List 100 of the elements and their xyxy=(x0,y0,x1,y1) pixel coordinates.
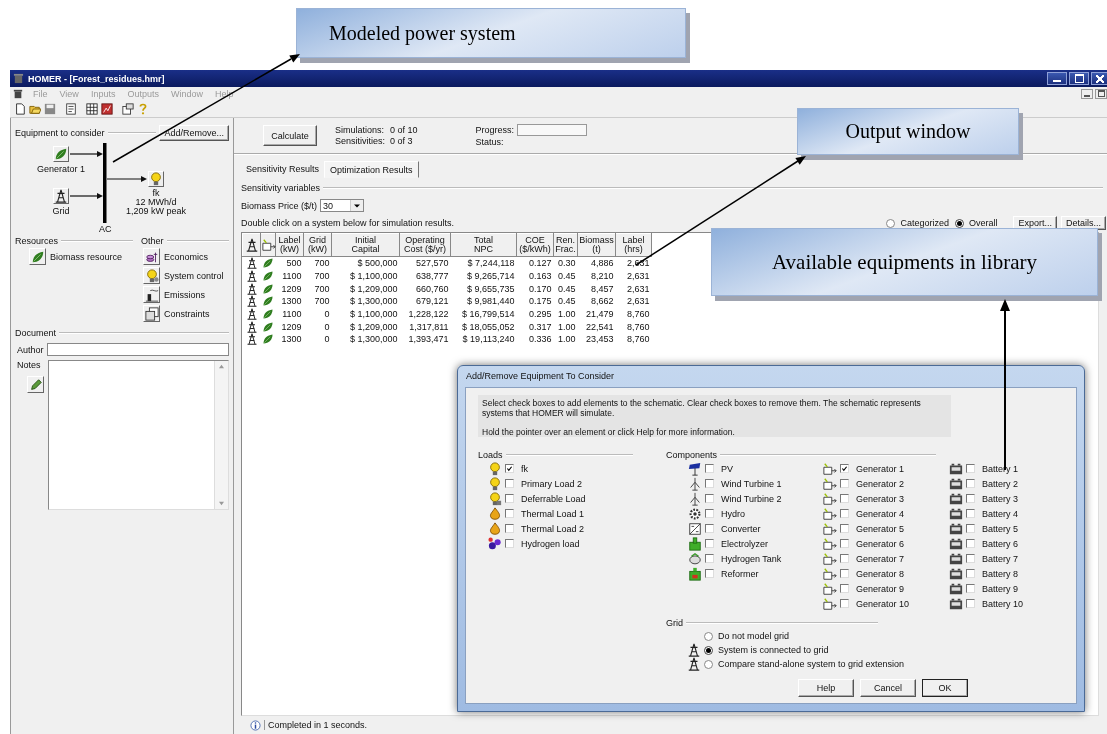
checkbox-label[interactable]: Hydro xyxy=(721,508,745,519)
window-icon[interactable] xyxy=(122,102,134,115)
checkbox[interactable] xyxy=(966,479,975,488)
checkbox-label[interactable]: PV xyxy=(721,463,733,474)
table-icon[interactable] xyxy=(86,102,98,115)
scroll-up-icon[interactable] xyxy=(218,364,225,369)
checkbox-label[interactable]: Hydrogen Tank xyxy=(721,553,782,564)
checkbox-label[interactable]: Battery 4 xyxy=(982,508,1019,519)
save-icon[interactable] xyxy=(44,102,56,115)
checkbox[interactable] xyxy=(705,479,714,488)
checkbox[interactable] xyxy=(505,524,514,533)
checkbox-label[interactable]: Battery 5 xyxy=(982,523,1019,534)
checkbox-label[interactable]: Reformer xyxy=(721,568,759,579)
checkbox[interactable] xyxy=(966,494,975,503)
tab[interactable]: Sensitivity Results xyxy=(241,161,325,178)
checkbox-label[interactable]: Battery 8 xyxy=(982,568,1019,579)
new-file-icon[interactable] xyxy=(14,102,26,115)
checkbox[interactable] xyxy=(705,569,714,578)
checkbox[interactable] xyxy=(966,584,975,593)
column-header[interactable]: COE ($/kWh) xyxy=(516,233,554,257)
checkbox-label[interactable]: Hydrogen load xyxy=(521,538,580,549)
checkbox[interactable] xyxy=(840,569,849,578)
checkbox[interactable] xyxy=(840,584,849,593)
radio-button[interactable] xyxy=(704,631,713,641)
checkbox-label[interactable]: Battery 2 xyxy=(982,478,1019,489)
minimize-button[interactable] xyxy=(1081,88,1093,99)
checkbox-label[interactable]: Generator 3 xyxy=(856,493,905,504)
checkbox-label[interactable]: Electrolyzer xyxy=(721,538,768,549)
checkbox-label[interactable]: Primary Load 2 xyxy=(521,478,583,489)
checkbox[interactable] xyxy=(705,509,714,518)
checkbox[interactable] xyxy=(966,464,975,473)
column-header[interactable]: Label (kW) xyxy=(275,233,304,257)
dialog-button[interactable]: Help xyxy=(798,679,854,697)
column-header[interactable]: Ren. Frac. xyxy=(553,233,578,257)
checkbox[interactable] xyxy=(505,509,514,518)
notes-field[interactable] xyxy=(48,360,229,510)
checkbox[interactable] xyxy=(705,524,714,533)
column-header[interactable]: Total NPC xyxy=(450,233,517,257)
radio-label[interactable]: Overall xyxy=(968,218,998,228)
checkbox[interactable] xyxy=(966,554,975,563)
radio-label[interactable]: Categorized xyxy=(900,218,949,228)
checkbox[interactable] xyxy=(505,479,514,488)
chart-icon[interactable] xyxy=(101,102,113,115)
checkbox-label[interactable]: Battery 9 xyxy=(982,583,1019,594)
minimize-button[interactable] xyxy=(1047,72,1067,85)
checkbox[interactable] xyxy=(505,539,514,548)
restore-button[interactable] xyxy=(1095,88,1107,99)
checkbox[interactable] xyxy=(966,599,975,608)
radio-label[interactable]: Do not model grid xyxy=(718,631,790,641)
checkbox-label[interactable]: Wind Turbine 2 xyxy=(721,493,782,504)
column-header[interactable]: Grid (kW) xyxy=(303,233,332,257)
checkbox[interactable] xyxy=(840,554,849,563)
checkbox-label[interactable]: fk xyxy=(521,463,528,474)
checkbox-label[interactable]: Battery 6 xyxy=(982,538,1019,549)
checkbox[interactable] xyxy=(840,539,849,548)
checkbox[interactable] xyxy=(705,494,714,503)
checkbox[interactable] xyxy=(966,569,975,578)
radio-label[interactable]: Compare stand-alone system to grid extension xyxy=(718,659,905,669)
checkbox-label[interactable]: Wind Turbine 1 xyxy=(721,478,782,489)
checkbox[interactable] xyxy=(840,494,849,503)
checkbox[interactable] xyxy=(705,554,714,563)
checkbox[interactable] xyxy=(840,524,849,533)
checkbox-label[interactable]: Generator 7 xyxy=(856,553,905,564)
checkbox-label[interactable]: Generator 6 xyxy=(856,538,905,549)
checkbox-label[interactable]: Thermal Load 1 xyxy=(521,508,585,519)
settings-button[interactable] xyxy=(143,248,160,265)
component-button[interactable] xyxy=(53,188,69,204)
checkbox[interactable] xyxy=(966,539,975,548)
radio-button[interactable] xyxy=(886,218,896,228)
dialog-button[interactable]: Cancel xyxy=(860,679,916,697)
column-header[interactable]: Biomass (t) xyxy=(577,233,616,257)
checkbox-label[interactable]: Deferrable Load xyxy=(521,493,586,504)
checkbox[interactable] xyxy=(840,599,849,608)
checkbox-label[interactable]: Generator 10 xyxy=(856,598,910,609)
radio-button[interactable] xyxy=(704,645,713,655)
settings-button[interactable] xyxy=(143,286,160,303)
tab[interactable]: Optimization Results xyxy=(324,161,419,178)
dropdown-caret-icon[interactable] xyxy=(350,200,364,211)
radio-label[interactable]: System is connected to grid xyxy=(718,645,829,655)
checkbox[interactable] xyxy=(705,464,714,473)
checkbox[interactable] xyxy=(966,509,975,518)
checkbox-label[interactable]: Converter xyxy=(721,523,761,534)
maximize-button[interactable] xyxy=(1069,72,1089,85)
checkbox[interactable] xyxy=(966,524,975,533)
checkbox-label[interactable]: Generator 9 xyxy=(856,583,905,594)
checkbox[interactable] xyxy=(840,464,849,473)
notes-button[interactable] xyxy=(27,376,44,393)
checkbox-label[interactable]: Generator 1 xyxy=(856,463,905,474)
settings-button[interactable] xyxy=(143,305,160,322)
scroll-down-icon[interactable] xyxy=(218,501,225,506)
checkbox[interactable] xyxy=(705,539,714,548)
checkbox-label[interactable]: Generator 2 xyxy=(856,478,905,489)
checkbox-label[interactable]: Generator 5 xyxy=(856,523,905,534)
author-field[interactable] xyxy=(46,343,229,356)
load-button[interactable] xyxy=(148,171,164,187)
add-remove-button[interactable]: Add/Remove... xyxy=(159,124,229,141)
column-header[interactable] xyxy=(242,233,261,257)
checkbox-label[interactable]: Thermal Load 2 xyxy=(521,523,585,534)
scrollbar[interactable] xyxy=(214,361,228,509)
column-header[interactable]: Operating Cost ($/yr) xyxy=(399,233,451,257)
